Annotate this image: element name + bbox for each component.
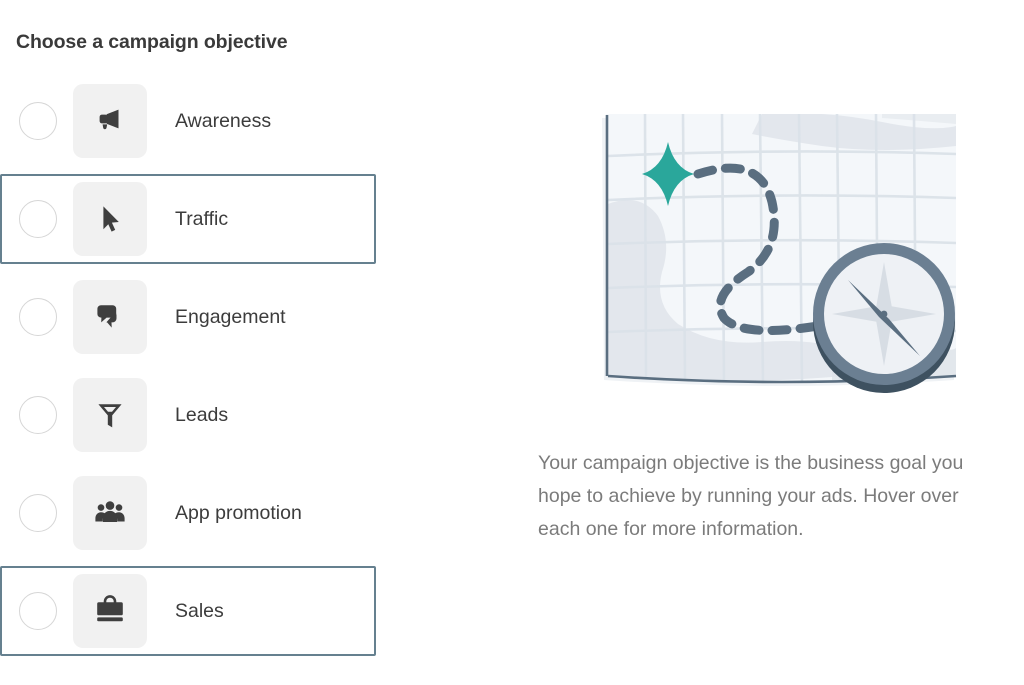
radio-app-promotion[interactable] <box>19 494 57 532</box>
campaign-objective-panel: Choose a campaign objective Awareness Tr… <box>0 0 420 685</box>
objective-label-traffic: Traffic <box>175 207 229 230</box>
objective-option-traffic[interactable]: Traffic <box>0 174 376 264</box>
objective-description-text: Your campaign objective is the business … <box>538 451 964 540</box>
objective-options-list: Awareness Traffic Engagement Leads App p… <box>0 76 420 664</box>
objective-label-leads: Leads <box>175 403 229 426</box>
map-with-compass-illustration <box>582 104 982 404</box>
people-group-icon <box>73 476 147 550</box>
objective-info-panel: Your campaign objective is the business … <box>536 0 1006 685</box>
objective-option-engagement[interactable]: Engagement <box>0 272 376 362</box>
briefcase-icon <box>73 574 147 648</box>
objective-option-leads[interactable]: Leads <box>0 370 376 460</box>
objective-label-sales: Sales <box>175 599 224 622</box>
objective-label-awareness: Awareness <box>175 109 272 132</box>
radio-awareness[interactable] <box>19 102 57 140</box>
objective-label-engagement: Engagement <box>175 305 286 328</box>
radio-sales[interactable] <box>19 592 57 630</box>
radio-engagement[interactable] <box>19 298 57 336</box>
objective-option-app-promotion[interactable]: App promotion <box>0 468 376 558</box>
page-title: Choose a campaign objective <box>16 31 288 54</box>
speech-bubbles-icon <box>73 280 147 354</box>
megaphone-icon <box>73 84 147 158</box>
funnel-icon <box>73 378 147 452</box>
cursor-arrow-icon <box>73 182 147 256</box>
objective-label-app-promotion: App promotion <box>175 501 302 524</box>
radio-traffic[interactable] <box>19 200 57 238</box>
radio-leads[interactable] <box>19 396 57 434</box>
objective-option-awareness[interactable]: Awareness <box>0 76 376 166</box>
objective-option-sales[interactable]: Sales <box>0 566 376 656</box>
